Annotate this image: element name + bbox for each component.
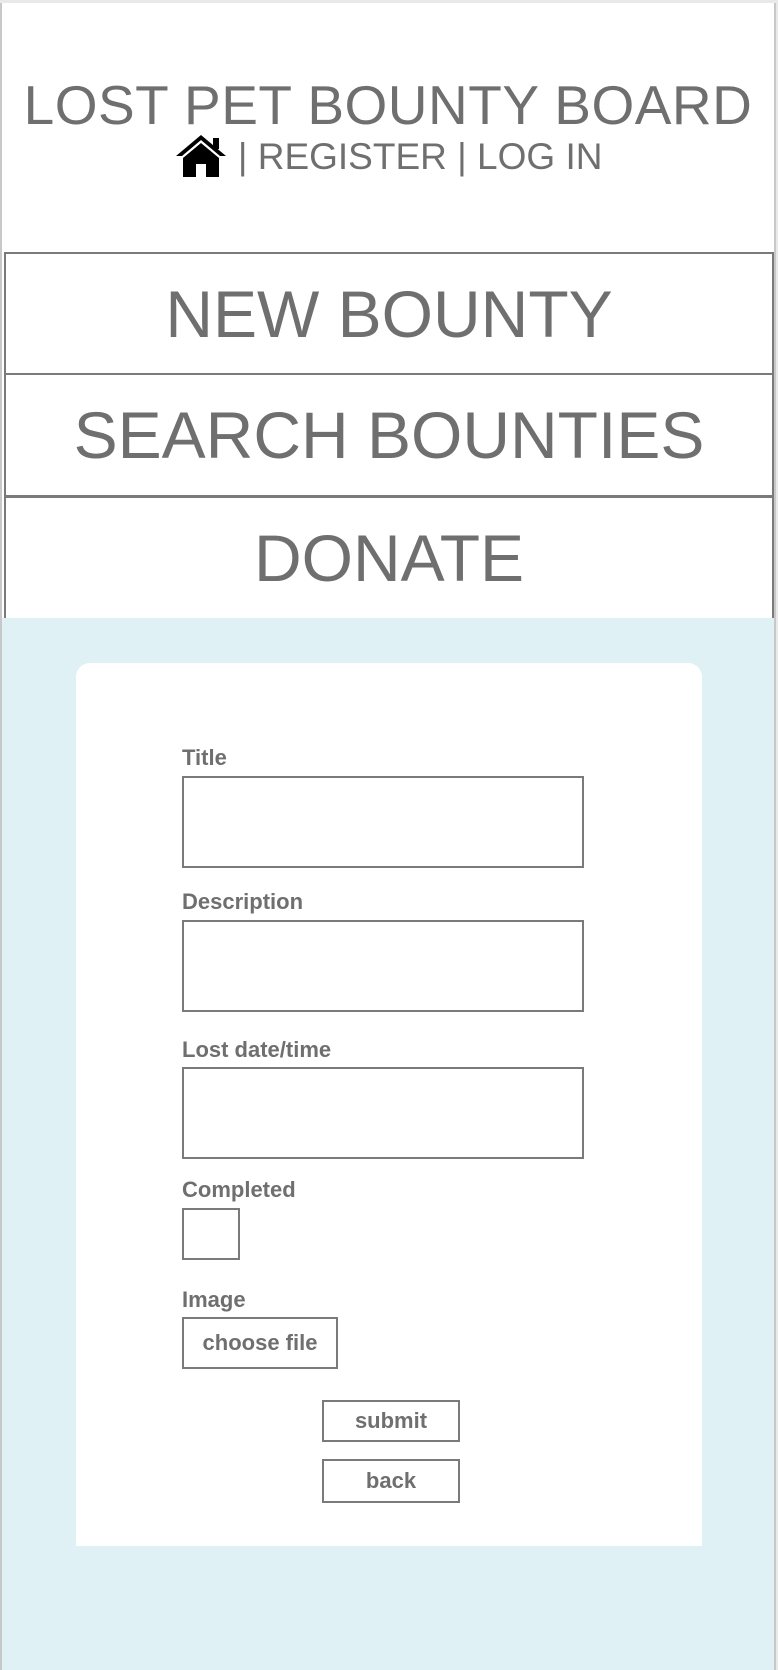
title-label: Title [182, 745, 227, 770]
donate-button[interactable]: DONATE [4, 496, 774, 620]
top-nav: | REGISTER | LOG IN [2, 133, 774, 181]
site-title: LOST PET BOUNTY BOARD [23, 74, 753, 136]
image-label: Image [182, 1287, 246, 1312]
completed-label: Completed [182, 1177, 296, 1202]
back-button[interactable]: back [322, 1459, 460, 1503]
description-label: Description [182, 889, 304, 914]
completed-checkbox[interactable] [182, 1208, 240, 1260]
home-icon[interactable] [174, 133, 228, 179]
new-bounty-button[interactable]: NEW BOUNTY [4, 252, 774, 376]
page-frame: LOST PET BOUNTY BOARD | REGISTER | LOG I… [0, 3, 776, 1670]
nav-separator: | [237, 136, 248, 177]
register-link[interactable]: REGISTER [258, 136, 447, 177]
description-input[interactable] [182, 920, 584, 1012]
bounty-form-card: Title Description Lost date/time Complet… [76, 663, 702, 1546]
login-link[interactable]: LOG IN [477, 136, 602, 177]
submit-button[interactable]: submit [322, 1400, 460, 1442]
lost-datetime-input[interactable] [182, 1067, 584, 1159]
choose-file-button[interactable]: choose file [182, 1317, 338, 1369]
lost-datetime-label: Lost date/time [182, 1037, 332, 1062]
title-input[interactable] [182, 776, 584, 868]
nav-separator: | [457, 136, 467, 177]
search-bounties-button[interactable]: SEARCH BOUNTIES [4, 373, 774, 497]
content-area: Title Description Lost date/time Complet… [2, 618, 774, 1670]
header: LOST PET BOUNTY BOARD | REGISTER | LOG I… [2, 3, 774, 253]
